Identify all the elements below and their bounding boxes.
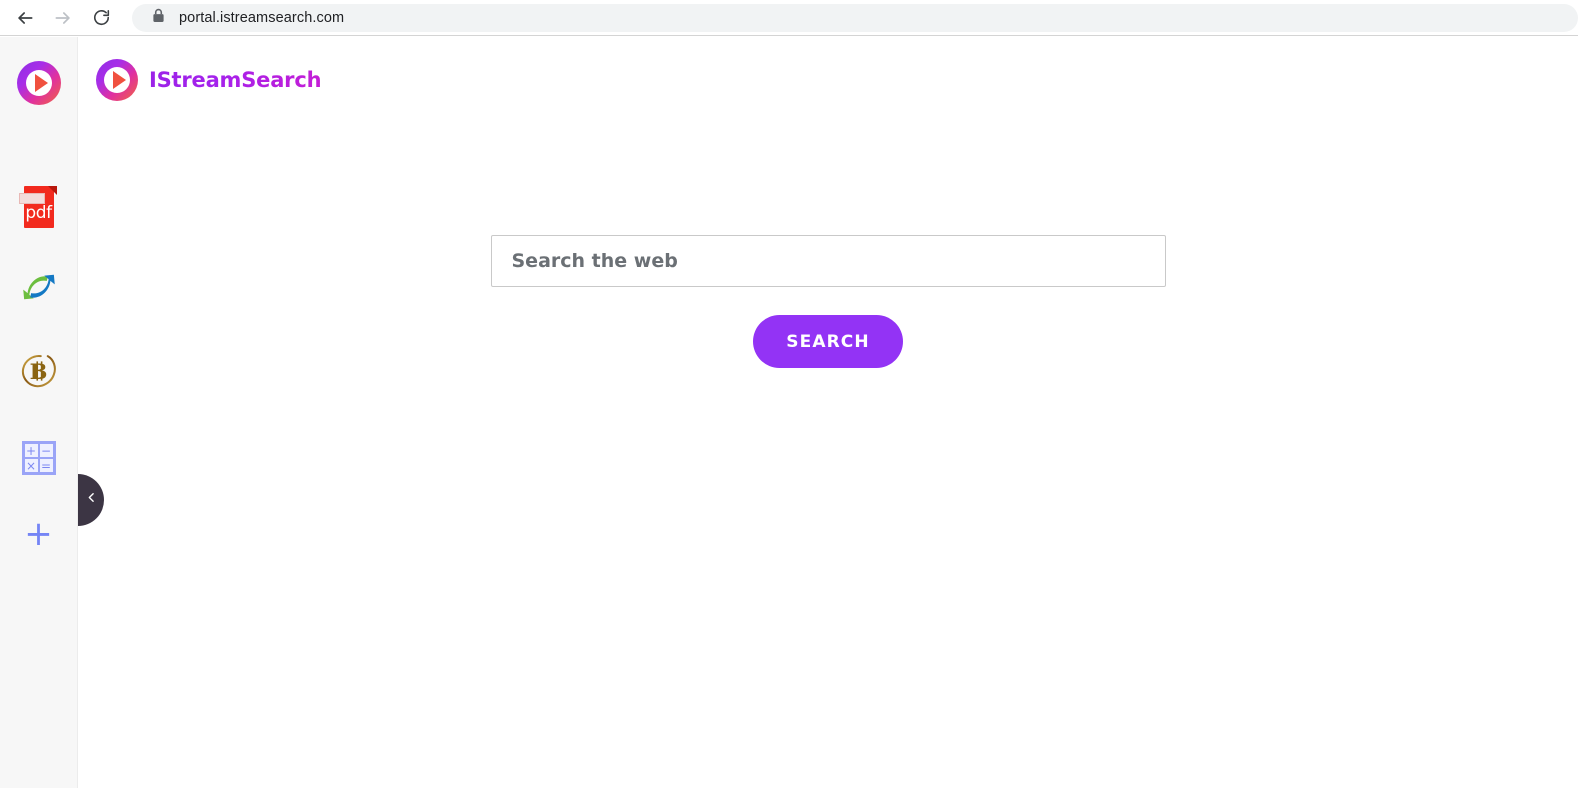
calc-key-minus: −	[38, 443, 54, 458]
calc-key-equals: =	[38, 458, 54, 473]
search-input[interactable]	[490, 235, 1166, 287]
back-button[interactable]	[8, 1, 42, 35]
plus-icon: +	[24, 514, 53, 554]
address-bar[interactable]: portal.istreamsearch.com	[132, 3, 1578, 32]
page-content: pdf B + − × = + IStreamSearch Search the…	[0, 37, 1578, 788]
brand-name: IStreamSearch	[149, 68, 322, 92]
forward-button[interactable]	[46, 1, 80, 35]
play-circle-logo-icon	[96, 59, 138, 101]
pdf-file-icon: pdf	[18, 186, 57, 228]
play-circle-logo-icon	[16, 61, 61, 105]
sidebar: pdf B + − × = +	[0, 37, 78, 788]
sidebar-item-istreamsearch-logo[interactable]	[0, 53, 77, 113]
lock-icon	[152, 8, 165, 28]
search-button[interactable]: SEARCH	[753, 315, 903, 368]
sidebar-item-converter-tool[interactable]	[0, 259, 77, 319]
sidebar-item-calculator-tool[interactable]: + − × =	[0, 428, 77, 488]
calc-key-multiply: ×	[23, 458, 39, 473]
arrow-right-icon	[53, 8, 73, 28]
address-bar-url: portal.istreamsearch.com	[179, 9, 345, 26]
search-panel: SEARCH	[78, 235, 1578, 368]
calc-key-plus: +	[23, 443, 39, 458]
convert-arrows-icon	[18, 266, 60, 313]
browser-toolbar: portal.istreamsearch.com	[0, 0, 1578, 36]
bitcoin-icon: B	[18, 350, 60, 392]
sidebar-item-pdf-tool[interactable]: pdf	[0, 177, 77, 237]
main-content: IStreamSearch SEARCH	[78, 37, 1578, 788]
site-logo[interactable]: IStreamSearch	[96, 59, 322, 101]
calculator-icon: + − × =	[21, 441, 56, 475]
arrow-left-icon	[15, 8, 35, 28]
sidebar-item-bitcoin-tool[interactable]: B	[0, 341, 77, 401]
sidebar-item-add-shortcut[interactable]: +	[0, 504, 77, 564]
reload-button[interactable]	[84, 1, 118, 35]
reload-icon	[92, 8, 111, 27]
pdf-icon-label: pdf	[25, 203, 52, 223]
